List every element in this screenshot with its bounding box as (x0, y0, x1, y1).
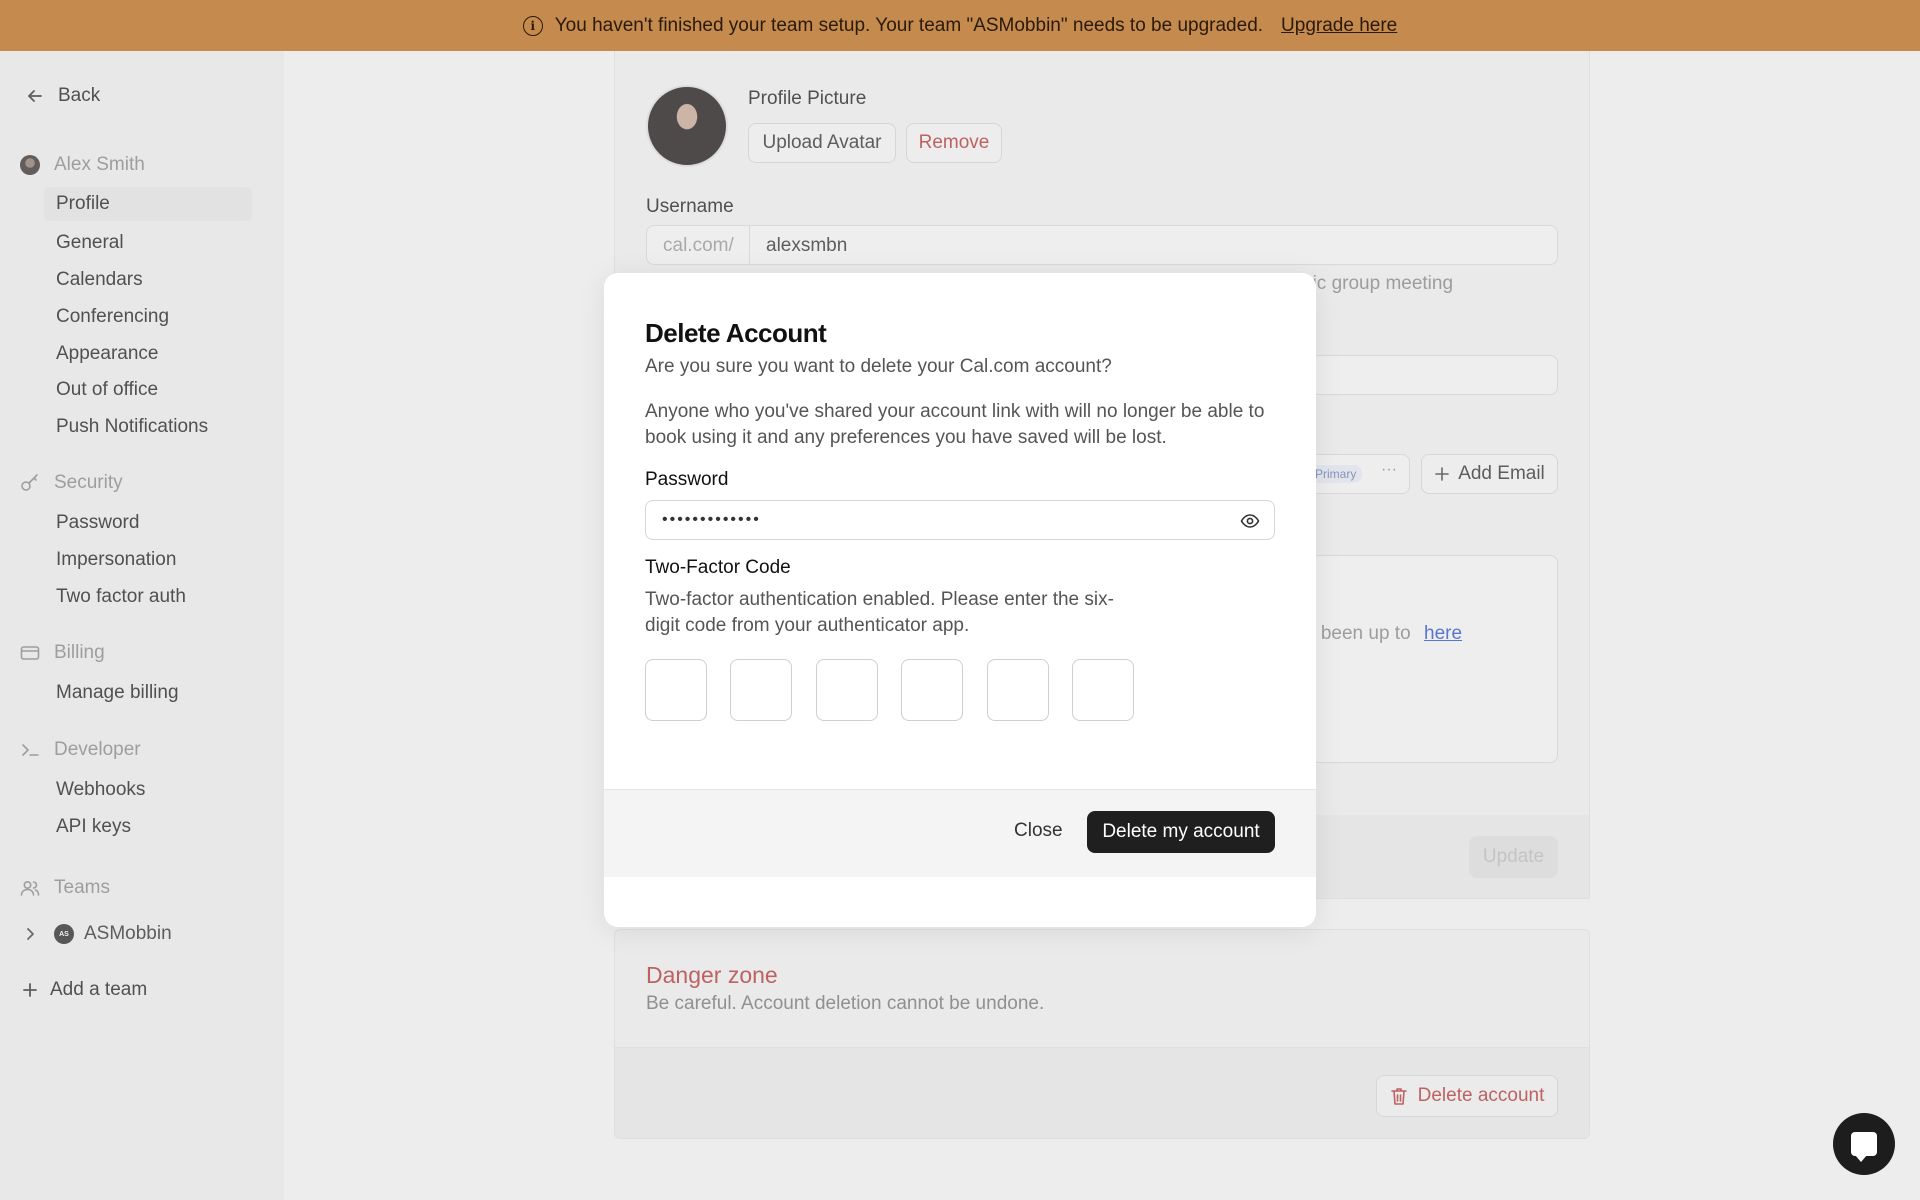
delete-my-account-button[interactable]: Delete my account (1087, 811, 1275, 853)
code-digit-5[interactable] (987, 659, 1049, 721)
password-label: Password (645, 469, 729, 490)
dialog-subtitle: Are you sure you want to delete your Cal… (645, 356, 1112, 377)
info-icon: i (522, 15, 543, 36)
twofa-label: Two-Factor Code (645, 557, 791, 578)
eye-icon[interactable] (1240, 511, 1260, 531)
code-digit-1[interactable] (645, 659, 707, 721)
banner-message: You haven't finished your team setup. Yo… (554, 14, 1264, 36)
dialog-title: Delete Account (645, 318, 827, 348)
code-digit-4[interactable] (901, 659, 963, 721)
code-digit-2[interactable] (730, 659, 792, 721)
delete-account-dialog: Delete Account Are you sure you want to … (604, 273, 1316, 927)
twofa-description: Two-factor authentication enabled. Pleas… (645, 589, 1114, 636)
chat-icon (1851, 1132, 1877, 1162)
password-field[interactable]: ••••••••••••• (645, 500, 1275, 540)
dialog-description: Anyone who you've shared your account li… (645, 401, 1265, 448)
upgrade-link[interactable]: Upgrade here (1281, 15, 1397, 37)
password-value: ••••••••••••• (662, 511, 761, 528)
code-digit-6[interactable] (1072, 659, 1134, 721)
code-digit-3[interactable] (816, 659, 878, 721)
upgrade-banner: i You haven't finished your team setup. … (0, 0, 1920, 51)
close-button[interactable]: Close (1014, 820, 1063, 842)
chat-support-button[interactable] (1833, 1113, 1895, 1175)
